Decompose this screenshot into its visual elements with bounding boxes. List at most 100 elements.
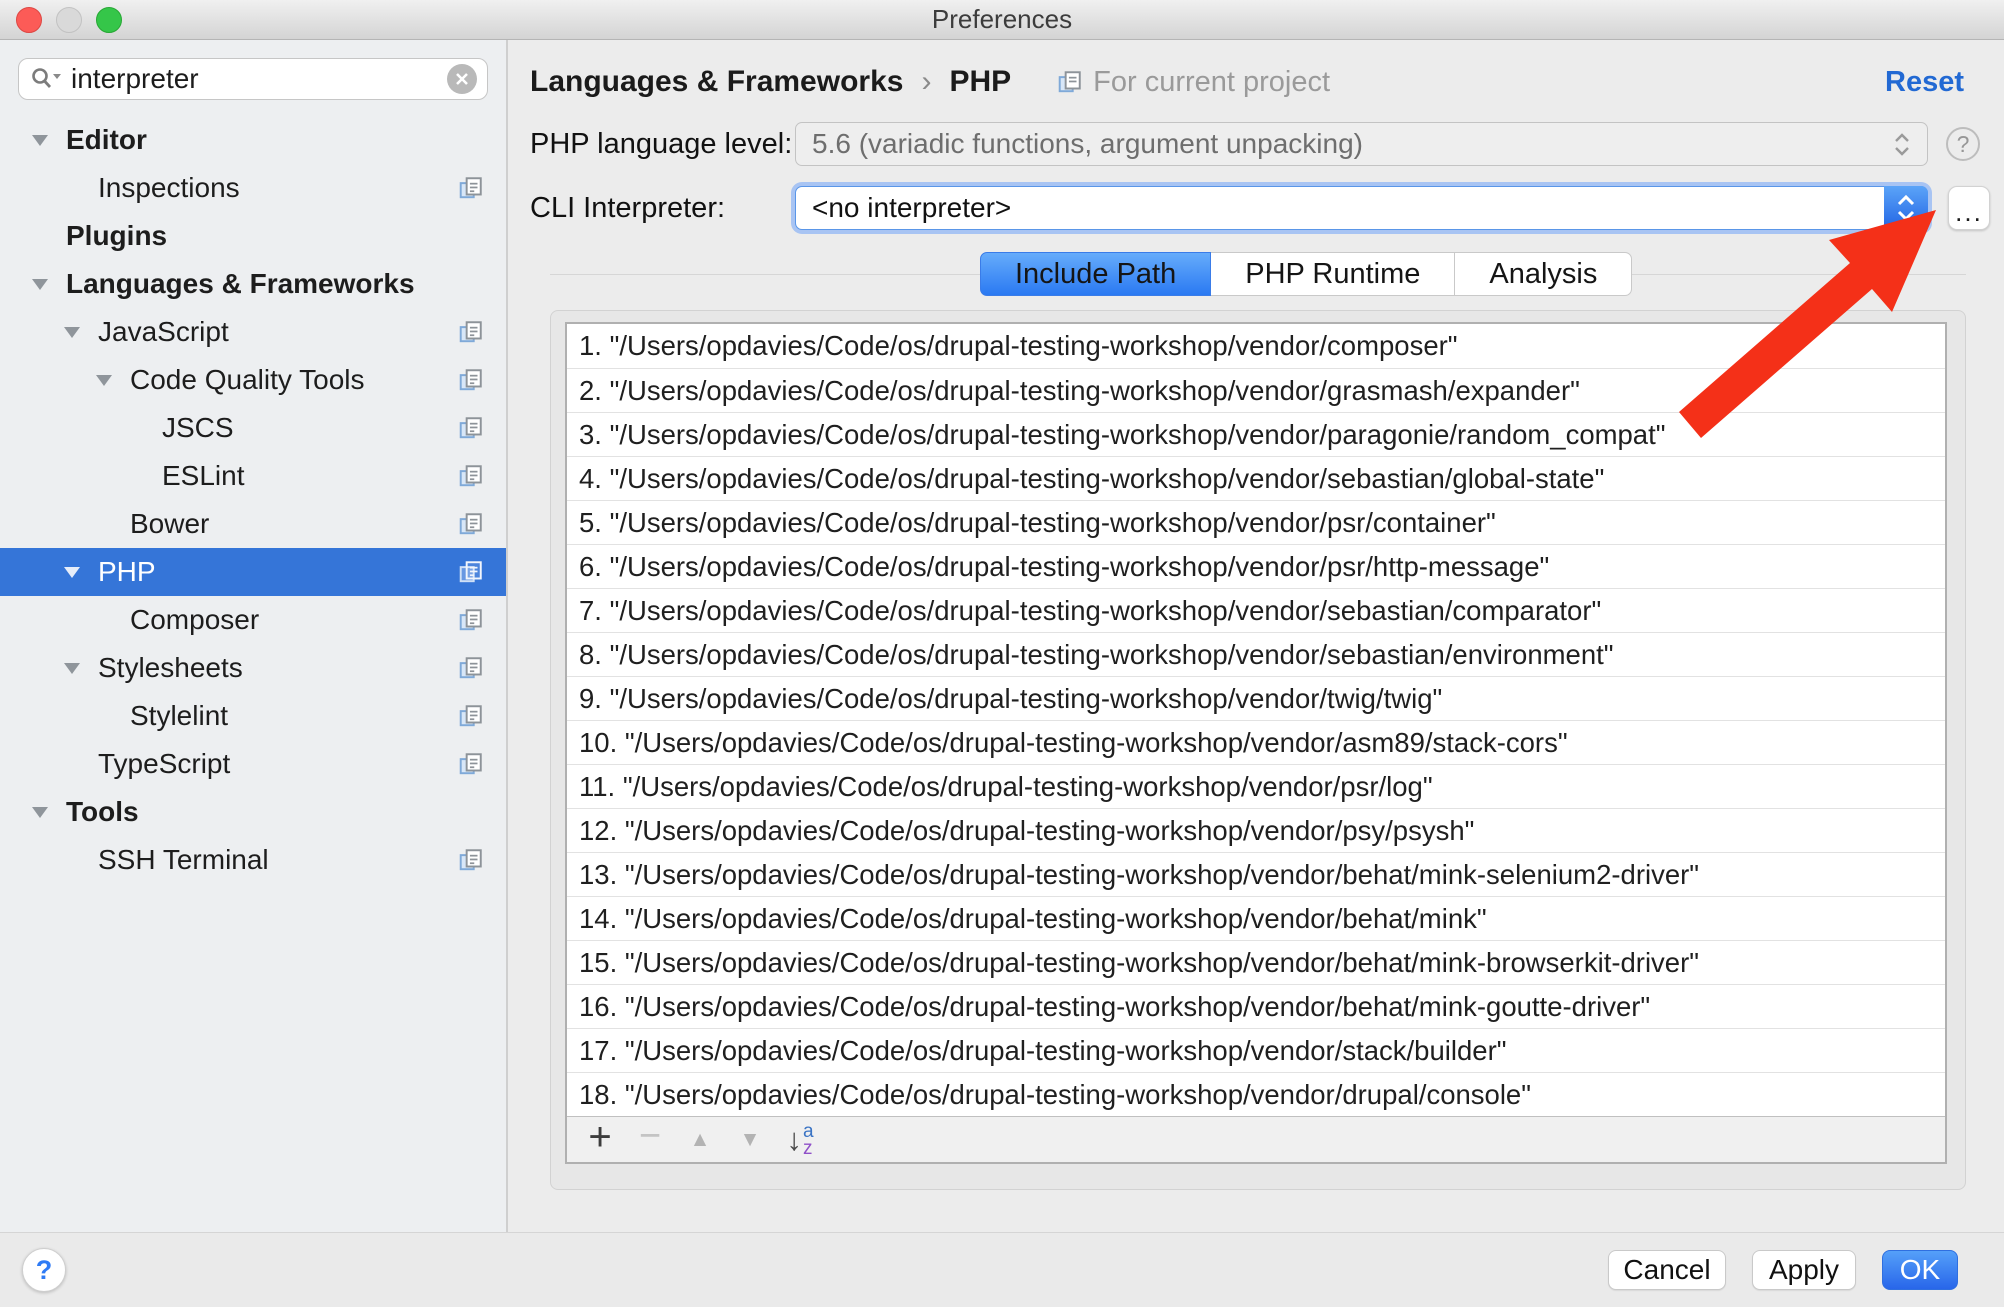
chevron-down-icon[interactable] [62,181,98,195]
preferences-window: Preferences Editor [0,0,2004,1307]
move-down-button[interactable]: ▼ [727,1120,773,1160]
sidebar-item-plugins[interactable]: Plugins [0,212,506,260]
sidebar-item-label: Composer [130,604,259,636]
apply-button[interactable]: Apply [1752,1250,1856,1290]
tabs-row: Include Path PHP Runtime Analysis [508,252,2004,296]
include-path-row[interactable]: 12. "/Users/opdavies/Code/os/drupal-test… [567,808,1945,852]
per-project-settings-icon [458,415,484,441]
include-path-row[interactable]: 3. "/Users/opdavies/Code/os/drupal-testi… [567,412,1945,456]
sidebar-item-label: Stylesheets [98,652,243,684]
sidebar-item-languages-frameworks[interactable]: Languages & Frameworks [0,260,506,308]
per-project-settings-icon [458,559,484,585]
chevron-down-icon[interactable] [126,469,162,483]
chevron-down-icon[interactable] [62,565,98,579]
tab-php-runtime[interactable]: PHP Runtime [1210,252,1455,296]
include-path-row[interactable]: 2. "/Users/opdavies/Code/os/drupal-testi… [567,368,1945,412]
combo-stepper-icon[interactable] [1884,186,1928,230]
move-up-button[interactable]: ▲ [677,1120,723,1160]
chevron-down-icon[interactable] [62,757,98,771]
search-input[interactable] [71,63,447,95]
chevron-down-icon[interactable] [126,421,162,435]
sidebar-item-label: ESLint [162,460,245,492]
include-path-row[interactable]: 10. "/Users/opdavies/Code/os/drupal-test… [567,720,1945,764]
sidebar-item-stylelint[interactable]: Stylelint [0,692,506,740]
sidebar-item-stylesheets[interactable]: Stylesheets [0,644,506,692]
close-button[interactable] [16,7,42,33]
list-toolbar: + − ▲ ▼ ↓ a z [567,1116,1945,1162]
sidebar-item-inspections[interactable]: Inspections [0,164,506,212]
sidebar-item-code-quality-tools[interactable]: Code Quality Tools [0,356,506,404]
include-path-row[interactable]: 11. "/Users/opdavies/Code/os/drupal-test… [567,764,1945,808]
include-path-row[interactable]: 18. "/Users/opdavies/Code/os/drupal-test… [567,1072,1945,1116]
ok-button[interactable]: OK [1882,1250,1958,1290]
cancel-button[interactable]: Cancel [1608,1250,1726,1290]
sidebar-item-bower[interactable]: Bower [0,500,506,548]
include-path-text: 8. "/Users/opdavies/Code/os/drupal-testi… [579,639,1614,671]
sidebar-item-eslint[interactable]: ESLint [0,452,506,500]
help-icon[interactable]: ? [1946,127,1980,161]
chevron-down-icon[interactable] [94,373,130,387]
per-project-settings-icon [458,703,484,729]
help-button[interactable]: ? [22,1248,66,1292]
sidebar-item-editor[interactable]: Editor [0,116,506,164]
include-path-row[interactable]: 1. "/Users/opdavies/Code/os/drupal-testi… [567,324,1945,368]
chevron-down-icon[interactable] [30,133,66,147]
include-path-row[interactable]: 6. "/Users/opdavies/Code/os/drupal-testi… [567,544,1945,588]
traffic-lights [16,7,122,33]
remove-path-button[interactable]: − [627,1120,673,1160]
sort-alphabetically-button[interactable]: ↓ a z [777,1120,823,1160]
browse-interpreters-button[interactable]: ... [1948,186,1990,230]
scope-indicator: For current project [1057,66,1330,99]
chevron-down-icon[interactable] [94,709,130,723]
sidebar-item-composer[interactable]: Composer [0,596,506,644]
include-path-row[interactable]: 7. "/Users/opdavies/Code/os/drupal-testi… [567,588,1945,632]
breadcrumb-parent[interactable]: Languages & Frameworks [530,65,903,99]
chevron-down-icon[interactable] [30,805,66,819]
sidebar-item-tools[interactable]: Tools [0,788,506,836]
sidebar-item-php[interactable]: PHP [0,548,506,596]
zoom-button[interactable] [96,7,122,33]
sidebar-item-label: Stylelint [130,700,228,732]
include-path-row[interactable]: 15. "/Users/opdavies/Code/os/drupal-test… [567,940,1945,984]
per-project-settings-icon [458,751,484,777]
sidebar-item-javascript[interactable]: JavaScript [0,308,506,356]
per-project-settings-icon [458,367,484,393]
chevron-down-icon[interactable] [62,661,98,675]
include-path-row[interactable]: 14. "/Users/opdavies/Code/os/drupal-test… [567,896,1945,940]
per-project-settings-icon [458,847,484,873]
sidebar-item-ssh-terminal[interactable]: SSH Terminal [0,836,506,884]
chevron-down-icon[interactable] [30,229,66,243]
settings-search-box[interactable] [18,58,488,100]
language-level-select[interactable]: 5.6 (variadic functions, argument unpack… [795,122,1928,166]
include-path-row[interactable]: 17. "/Users/opdavies/Code/os/drupal-test… [567,1028,1945,1072]
include-path-row[interactable]: 8. "/Users/opdavies/Code/os/drupal-testi… [567,632,1945,676]
language-level-value: 5.6 (variadic functions, argument unpack… [812,128,1893,160]
include-path-row[interactable]: 5. "/Users/opdavies/Code/os/drupal-testi… [567,500,1945,544]
chevron-down-icon[interactable] [30,277,66,291]
clear-search-icon[interactable] [447,64,477,94]
include-path-row[interactable]: 16. "/Users/opdavies/Code/os/drupal-test… [567,984,1945,1028]
reset-link[interactable]: Reset [1885,66,1964,99]
include-path-text: 17. "/Users/opdavies/Code/os/drupal-test… [579,1035,1507,1067]
settings-tree: Editor Inspections Plugins [0,116,506,884]
dialog-footer: ? Cancel Apply OK [0,1232,2004,1307]
chevron-down-icon[interactable] [62,325,98,339]
cli-interpreter-combo[interactable]: <no interpreter> [795,186,1928,230]
sidebar-item-jscs[interactable]: JSCS [0,404,506,452]
chevron-down-icon[interactable] [94,613,130,627]
chevron-down-icon[interactable] [62,853,98,867]
language-level-label: PHP language level: [530,128,795,161]
include-path-row[interactable]: 4. "/Users/opdavies/Code/os/drupal-testi… [567,456,1945,500]
include-path-text: 4. "/Users/opdavies/Code/os/drupal-testi… [579,463,1604,495]
tab-analysis[interactable]: Analysis [1454,252,1632,296]
add-path-button[interactable]: + [577,1120,623,1160]
chevron-down-icon[interactable] [94,517,130,531]
tab-include-path[interactable]: Include Path [980,252,1211,296]
sidebar-item-label: Bower [130,508,209,540]
sidebar-item-typescript[interactable]: TypeScript [0,740,506,788]
sidebar-item-label: Languages & Frameworks [66,268,415,300]
include-path-text: 18. "/Users/opdavies/Code/os/drupal-test… [579,1079,1531,1111]
include-path-row[interactable]: 9. "/Users/opdavies/Code/os/drupal-testi… [567,676,1945,720]
sidebar-item-label: JSCS [162,412,234,444]
include-path-row[interactable]: 13. "/Users/opdavies/Code/os/drupal-test… [567,852,1945,896]
